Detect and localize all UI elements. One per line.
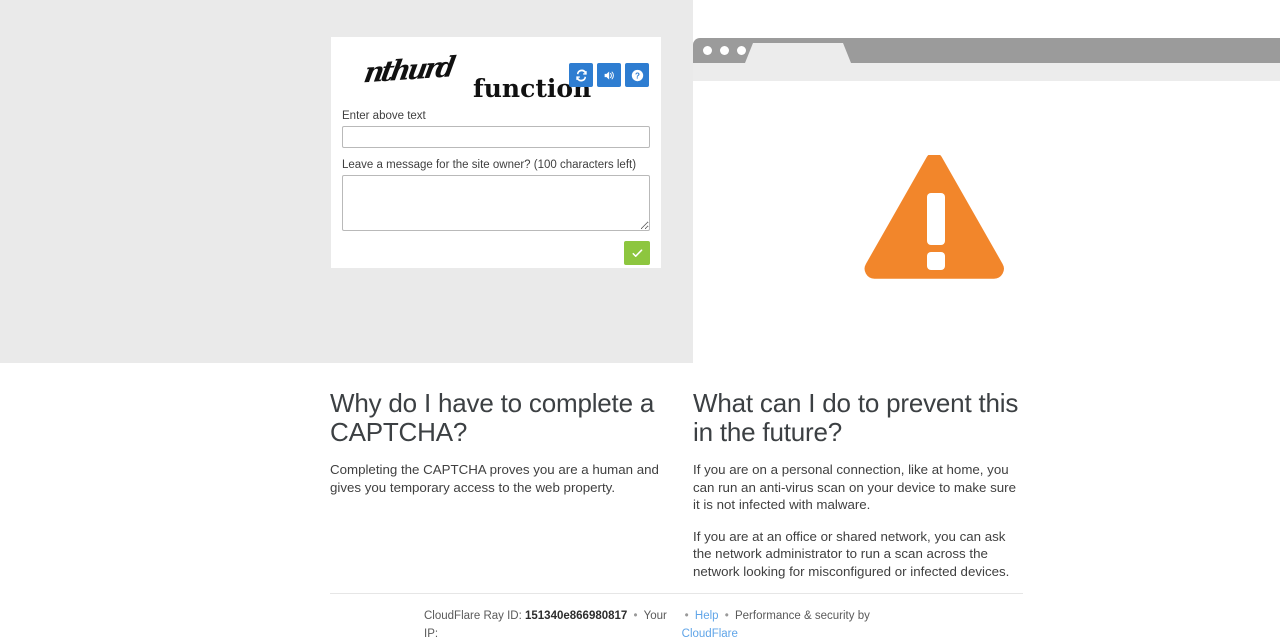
info-column-prevent-future: What can I do to prevent this in the fut… — [693, 389, 1023, 594]
help-link[interactable]: Help — [695, 610, 719, 622]
footer-separator: • — [633, 610, 638, 622]
captcha-answer-input[interactable] — [342, 126, 650, 148]
footer-ray-info: CloudFlare Ray ID: 151340e866980817 • Yo… — [330, 607, 682, 643]
cloudflare-link[interactable]: CloudFlare — [682, 628, 738, 640]
browser-window-dots — [703, 46, 746, 55]
refresh-icon-button[interactable] — [569, 63, 593, 87]
browser-titlebar — [693, 38, 1280, 63]
help-icon-button[interactable]: ? — [625, 63, 649, 87]
browser-viewport — [693, 81, 1280, 363]
question-mark-icon: ? — [631, 69, 643, 81]
info-column-why-captcha: Why do I have to complete a CAPTCHA? Com… — [330, 389, 660, 510]
window-dot — [703, 46, 712, 55]
submit-row — [342, 241, 650, 265]
answer-field-label: Enter above text — [342, 110, 426, 122]
footer: CloudFlare Ray ID: 151340e866980817 • Yo… — [330, 607, 1023, 643]
svg-text:?: ? — [635, 71, 640, 80]
window-dot — [720, 46, 729, 55]
captcha-word-distorted: nthurd — [361, 51, 456, 90]
captcha-controls: ? — [569, 63, 649, 87]
why-captcha-heading: Why do I have to complete a CAPTCHA? — [330, 388, 655, 447]
prevent-future-paragraph-1: If you are on a personal connection, lik… — [693, 462, 1016, 512]
why-captcha-paragraph-1: Completing the CAPTCHA proves you are a … — [330, 462, 659, 495]
browser-tab — [745, 43, 851, 63]
footer-links: • Help • Performance & security by Cloud… — [682, 607, 1023, 643]
checkmark-icon — [632, 248, 642, 257]
audio-icon-button[interactable] — [597, 63, 621, 87]
site-owner-message-input[interactable] — [342, 175, 650, 231]
browser-toolbar — [693, 63, 1280, 81]
footer-divider — [330, 593, 1023, 594]
captcha-image: nthurd function — [353, 49, 603, 103]
speaker-icon — [604, 70, 614, 80]
footer-separator: • — [684, 610, 689, 622]
warning-triangle-icon — [864, 155, 1004, 279]
browser-window-illustration — [693, 38, 1280, 363]
prevent-future-heading: What can I do to prevent this in the fut… — [693, 388, 1019, 447]
message-field-label: Leave a message for the site owner? (100… — [342, 159, 637, 171]
refresh-icon — [575, 69, 587, 81]
ray-id-value: 151340e866980817 — [525, 610, 628, 622]
prevent-future-paragraph-2: If you are at an office or shared networ… — [693, 528, 1010, 579]
info-section: Why do I have to complete a CAPTCHA? Com… — [0, 363, 1280, 643]
submit-button[interactable] — [624, 241, 650, 265]
ray-id-label: CloudFlare Ray ID: — [424, 610, 522, 622]
performance-security-text: Performance & security by — [734, 610, 870, 622]
footer-separator: • — [724, 610, 729, 622]
captcha-card: nthurd function ? Enter above text Leave… — [331, 37, 661, 268]
captcha-header: nthurd function ? — [342, 47, 650, 103]
